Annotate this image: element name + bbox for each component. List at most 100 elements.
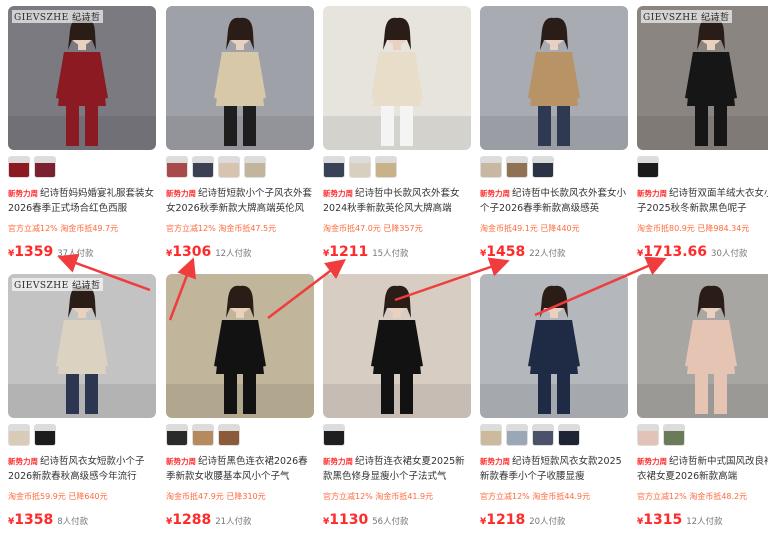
discount-text: 官方立减12% 淘金币抵41.9元	[323, 492, 434, 501]
product-image[interactable]	[637, 274, 768, 418]
product-image[interactable]	[166, 274, 314, 418]
price-row: ¥1211 15人付款	[323, 241, 473, 260]
product-image[interactable]	[480, 274, 628, 418]
product-image[interactable]	[323, 274, 471, 418]
product-card[interactable]: GIEVSZHE 纪诗哲 新势力周纪诗哲双面羊绒大衣女小个子2025秋冬新款黑色…	[637, 6, 768, 274]
product-image[interactable]: GIEVSZHE 纪诗哲	[8, 274, 156, 418]
product-image[interactable]	[323, 6, 471, 150]
color-swatch-thumbnail[interactable]	[218, 156, 240, 178]
product-title[interactable]: 新势力周 纪诗哲妈妈婚宴礼服套装女2026春季正式场合红色西服	[8, 186, 158, 220]
color-swatch-thumbnail[interactable]	[480, 424, 502, 446]
product-card[interactable]: 新势力周 纪诗哲连衣裙女夏2025新款黑色修身显瘦小个子法式气 官方立减12% 淘…	[323, 274, 471, 542]
product-title[interactable]: 新势力周 纪诗哲风衣女短款小个子2026新款春秋高级感今年流行	[8, 454, 158, 488]
discount-text: 淘金币抵49.1元 已降440元	[480, 224, 580, 233]
product-grid: GIEVSZHE 纪诗哲 新势力周 纪诗哲妈妈婚宴礼服套装女2026春季正式场合红…	[0, 0, 768, 552]
color-swatches	[637, 156, 659, 180]
color-swatch-thumbnail[interactable]	[34, 424, 56, 446]
color-swatch-thumbnail[interactable]	[192, 156, 214, 178]
buyer-count: 12人付款	[215, 249, 252, 259]
product-card[interactable]: 新势力周 纪诗哲黑色连衣裙2026春季新款女收腰基本风小个子气 淘金币抵47.9元…	[166, 274, 314, 542]
price-row: ¥1315 12人付款	[637, 509, 768, 528]
discount-text: 官方立减12% 淘金币抵48.2元	[637, 492, 748, 501]
color-swatch-thumbnail[interactable]	[218, 424, 240, 446]
promo-tag: 新势力周	[480, 457, 510, 466]
price: 1218	[486, 512, 526, 528]
promo-tag: 新势力周	[480, 189, 510, 198]
promo-tag: 新势力周	[166, 189, 196, 198]
price-row: ¥1713.66 30人付款	[637, 241, 768, 260]
color-swatch-thumbnail[interactable]	[663, 424, 685, 446]
color-swatches	[637, 424, 685, 448]
product-title[interactable]: 新势力周 纪诗哲黑色连衣裙2026春季新款女收腰基本风小个子气	[166, 454, 316, 488]
color-swatch-thumbnail[interactable]	[34, 156, 56, 178]
color-swatches	[8, 156, 56, 180]
discount-text: 淘金币抵59.9元 已降640元	[8, 492, 108, 501]
color-swatch-thumbnail[interactable]	[244, 156, 266, 178]
price: 1130	[329, 512, 369, 528]
product-image[interactable]: GIEVSZHE 纪诗哲	[637, 6, 768, 150]
color-swatches	[8, 424, 56, 448]
product-title[interactable]: 新势力周 纪诗哲中长款风衣外套女2024秋季新款英伦风大牌高端	[323, 186, 473, 220]
product-card[interactable]: GIEVSZHE 纪诗哲 新势力周 纪诗哲风衣女短款小个子2026新款春秋高级感今…	[8, 274, 156, 542]
product-card[interactable]: 新势力周 纪诗哲中长款风衣外套女2024秋季新款英伦风大牌高端 淘金币抵47.0元…	[323, 6, 471, 274]
color-swatch-thumbnail[interactable]	[637, 424, 659, 446]
price-row: ¥1306 12人付款	[166, 241, 316, 260]
product-image[interactable]: GIEVSZHE 纪诗哲	[8, 6, 156, 150]
price: 1358	[14, 512, 54, 528]
color-swatch-thumbnail[interactable]	[166, 156, 188, 178]
price: 1288	[172, 512, 212, 528]
promo-tag: 新势力周	[637, 457, 667, 466]
product-card[interactable]: 新势力周 纪诗哲短款风衣女款2025新款春季小个子收腰显瘦 官方立减12% 淘金币…	[480, 274, 628, 542]
color-swatch-thumbnail[interactable]	[8, 156, 30, 178]
color-swatch-thumbnail[interactable]	[506, 424, 528, 446]
product-title[interactable]: 新势力周纪诗哲双面羊绒大衣女小个子2025秋冬新款黑色呢子	[637, 186, 768, 220]
buyer-count: 30人付款	[711, 249, 748, 259]
color-swatch-thumbnail[interactable]	[637, 156, 659, 178]
brand-watermark: GIEVSZHE 纪诗哲	[12, 10, 103, 23]
buyer-count: 37人付款	[57, 249, 94, 259]
color-swatch-thumbnail[interactable]	[375, 156, 397, 178]
price-row: ¥1458 22人付款	[480, 241, 630, 260]
product-image[interactable]	[480, 6, 628, 150]
product-title[interactable]: 新势力周纪诗哲新中式国风改良袍连衣裙女夏2026新款高端	[637, 454, 768, 488]
color-swatches	[480, 156, 554, 180]
color-swatch-thumbnail[interactable]	[558, 424, 580, 446]
product-card[interactable]: 新势力周 纪诗哲中长款风衣外套女小个子2026春季新款高级感英 淘金币抵49.1元…	[480, 6, 628, 274]
promo-tag: 新势力周	[323, 457, 353, 466]
promo-tag: 新势力周	[166, 457, 196, 466]
price: 1315	[643, 512, 683, 528]
color-swatch-thumbnail[interactable]	[480, 156, 502, 178]
color-swatch-thumbnail[interactable]	[323, 156, 345, 178]
buyer-count: 12人付款	[686, 517, 723, 527]
product-card[interactable]: 新势力周纪诗哲新中式国风改良袍连衣裙女夏2026新款高端 官方立减12% 淘金币…	[637, 274, 768, 542]
color-swatches	[323, 424, 345, 448]
color-swatch-thumbnail[interactable]	[532, 424, 554, 446]
product-title[interactable]: 新势力周 纪诗哲短款小个子风衣外套女2026秋季新款大牌高端英伦风	[166, 186, 316, 220]
color-swatch-thumbnail[interactable]	[8, 424, 30, 446]
product-title[interactable]: 新势力周 纪诗哲短款风衣女款2025新款春季小个子收腰显瘦	[480, 454, 630, 488]
product-card[interactable]: 新势力周 纪诗哲短款小个子风衣外套女2026秋季新款大牌高端英伦风 官方立减12%…	[166, 6, 314, 274]
color-swatch-thumbnail[interactable]	[349, 156, 371, 178]
discount-text: 淘金币抵47.9元 已降310元	[166, 492, 266, 501]
color-swatch-thumbnail[interactable]	[192, 424, 214, 446]
product-card[interactable]: GIEVSZHE 纪诗哲 新势力周 纪诗哲妈妈婚宴礼服套装女2026春季正式场合红…	[8, 6, 156, 274]
promo-tag: 新势力周	[323, 189, 353, 198]
brand-watermark: GIEVSZHE 纪诗哲	[12, 278, 103, 291]
price: 1359	[14, 244, 54, 260]
product-image[interactable]	[166, 6, 314, 150]
color-swatch-thumbnail[interactable]	[323, 424, 345, 446]
promo-tag: 新势力周	[8, 457, 38, 466]
color-swatches	[480, 424, 580, 448]
product-title[interactable]: 新势力周 纪诗哲连衣裙女夏2025新款黑色修身显瘦小个子法式气	[323, 454, 473, 488]
product-title[interactable]: 新势力周 纪诗哲中长款风衣外套女小个子2026春季新款高级感英	[480, 186, 630, 220]
brand-watermark: GIEVSZHE 纪诗哲	[641, 10, 732, 23]
buyer-count: 21人付款	[215, 517, 252, 527]
color-swatch-thumbnail[interactable]	[166, 424, 188, 446]
price-row: ¥1288 21人付款	[166, 509, 316, 528]
color-swatch-thumbnail[interactable]	[532, 156, 554, 178]
color-swatch-thumbnail[interactable]	[506, 156, 528, 178]
color-swatches	[166, 156, 266, 180]
discount-text: 淘金币抵80.9元 已降984.34元	[637, 224, 750, 233]
discount-text: 淘金币抵47.0元 已降357元	[323, 224, 423, 233]
promo-tag: 新势力周	[637, 189, 667, 198]
